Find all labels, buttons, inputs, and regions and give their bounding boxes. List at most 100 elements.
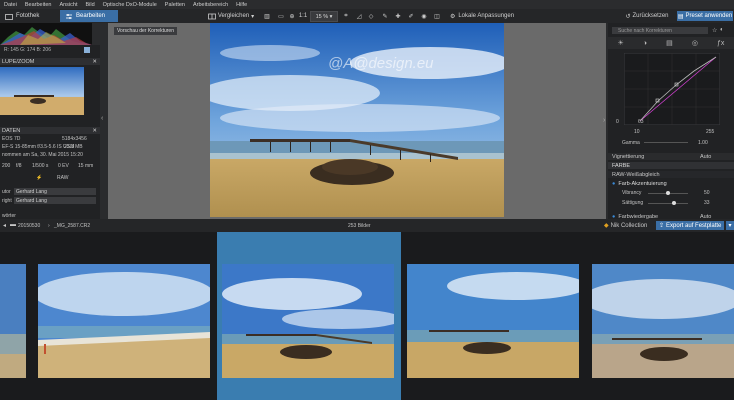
- file-name[interactable]: _MG_2587.CR2: [54, 223, 90, 229]
- close-icon[interactable]: ✕: [92, 59, 97, 65]
- export-button[interactable]: ⇪ Export auf Festplatte: [656, 221, 724, 230]
- crop-icon[interactable]: ⌗: [341, 11, 351, 21]
- compare-split-icon[interactable]: ◫: [432, 11, 442, 21]
- vibrancy-handle[interactable]: [666, 191, 670, 195]
- straighten-icon[interactable]: ◿: [354, 11, 364, 21]
- export-dropdown[interactable]: ▾: [726, 221, 734, 230]
- ratio-button[interactable]: 1:1: [297, 11, 309, 21]
- chevron-left-icon: ‹: [101, 115, 104, 122]
- color-accent-label: Farb-Akzentuierung: [618, 180, 667, 187]
- nik-icon: ◆: [604, 223, 609, 229]
- tab-fotothek[interactable]: Fotothek: [0, 10, 62, 22]
- capture-date: nommen am Sa, 30. Mai 2015 15:20: [2, 152, 83, 158]
- zoom-in-icon[interactable]: ⊕: [287, 11, 297, 21]
- preview-label: Vorschau der Korrekturen: [114, 27, 177, 35]
- color-accent-row[interactable]: ● Farb-Akzentuierung: [608, 180, 734, 187]
- brush-icon[interactable]: ✐: [406, 11, 416, 21]
- reset-button[interactable]: ↺ Zurücksetzen: [622, 11, 672, 21]
- curve-input-min[interactable]: 0: [616, 119, 619, 125]
- menu-ansicht[interactable]: Ansicht: [55, 2, 81, 8]
- loupe-header[interactable]: LUPE/ZOOM ✕: [0, 58, 100, 65]
- geometry-icon[interactable]: ◎: [692, 39, 698, 47]
- main-photo[interactable]: @A@design.eu: [210, 23, 504, 217]
- thumbnail-1[interactable]: [0, 264, 26, 378]
- tone-curve[interactable]: [624, 53, 720, 125]
- histogram-side: [92, 23, 100, 45]
- info-header[interactable]: DATEN ✕: [0, 127, 100, 134]
- compare-label: Vergleichen: [217, 13, 250, 19]
- exif-row: 200 f/8 1/500 s 0 EV 15 mm ⚡ RAW: [0, 163, 100, 183]
- screen-icon[interactable]: ▭: [276, 11, 286, 21]
- gamma-value[interactable]: 1.00: [698, 140, 708, 146]
- local-adjustments-button[interactable]: ⚙ Lokale Anpassungen: [448, 11, 516, 21]
- image-count: 253 Bilder: [348, 223, 371, 229]
- vibrancy-label: Vibrancy: [622, 190, 642, 196]
- curve-input-low[interactable]: 63: [638, 119, 644, 125]
- reset-label: Zurücksetzen: [632, 13, 669, 19]
- raw-badge: RAW: [57, 175, 69, 181]
- tab-bearbeiten[interactable]: Bearbeiten: [60, 10, 118, 22]
- tab-bearbeiten-label: Bearbeiten: [76, 13, 106, 19]
- saturation-value[interactable]: 33: [704, 200, 710, 206]
- folder-icon: ▬: [10, 222, 16, 228]
- thumbnail-3-selected[interactable]: [222, 264, 394, 378]
- gamma-label: Gamma: [622, 140, 640, 146]
- star-icon[interactable]: ☆: [712, 27, 717, 34]
- gear-icon: ⚙: [449, 13, 456, 20]
- curve-output-max[interactable]: 255: [706, 129, 714, 135]
- apply-preset-button[interactable]: ▤ Preset anwenden: [677, 11, 733, 21]
- search-corrections-input[interactable]: Suche nach Korrekturen: [612, 27, 708, 34]
- thumbnail-4[interactable]: [407, 264, 579, 378]
- compare-button[interactable]: Vergleichen ▾: [203, 11, 259, 21]
- eyedropper-icon[interactable]: ✎: [380, 11, 390, 21]
- thumbnail-2[interactable]: [38, 264, 210, 378]
- author-field[interactable]: Gerhard Lang: [14, 188, 96, 195]
- chevron-right-icon[interactable]: ›: [603, 117, 605, 124]
- vibrancy-value[interactable]: 50: [704, 190, 710, 196]
- curve-output-min[interactable]: 10: [634, 129, 640, 135]
- menu-bild[interactable]: Bild: [82, 2, 99, 8]
- menu-paletten[interactable]: Paletten: [161, 2, 189, 8]
- gamma-slider[interactable]: [644, 142, 688, 143]
- menu-bearbeiten[interactable]: Bearbeiten: [21, 2, 56, 8]
- export-label: Export auf Festplatte: [666, 222, 722, 229]
- split-view-icon[interactable]: ▥: [262, 11, 272, 21]
- perspective-icon[interactable]: ◇: [366, 11, 376, 21]
- menu-arbeitsbereich[interactable]: Arbeitsbereich: [189, 2, 232, 8]
- apply-preset-label: Preset anwenden: [685, 13, 733, 19]
- repair-icon[interactable]: ✚: [393, 11, 403, 21]
- eye-icon[interactable]: ◉: [419, 11, 429, 21]
- copyright-label: right: [2, 198, 12, 204]
- folder-path[interactable]: 20150530: [18, 223, 40, 229]
- left-panel: R: 145 G: 174 B: 206 LUPE/ZOOM ✕ DATEN ✕…: [0, 23, 100, 219]
- toggle-icon[interactable]: ◐: [720, 27, 724, 33]
- fx-icon[interactable]: ƒx: [717, 40, 724, 47]
- saturation-handle[interactable]: [672, 201, 676, 205]
- thumbnail-5[interactable]: [592, 264, 734, 378]
- farbe-header[interactable]: FARBE: [608, 162, 734, 169]
- detail-icon[interactable]: ▤: [666, 39, 673, 47]
- copyright-field[interactable]: Gerhard Lang: [14, 197, 96, 204]
- saturation-label: Sättigung: [622, 200, 644, 206]
- saturation-slider[interactable]: [648, 203, 688, 204]
- loupe-thumbnail: [0, 67, 84, 115]
- toggle-on-icon[interactable]: ●: [612, 181, 615, 187]
- menu-datei[interactable]: Datei: [0, 2, 21, 8]
- toolbar: Fotothek Bearbeiten Vergleichen ▾ ▥ ▭ ⊕ …: [0, 9, 734, 23]
- vignette-row[interactable]: Vignettierung Auto: [608, 153, 734, 160]
- chevron-down-icon: ▾: [251, 13, 255, 20]
- menu-optische-module[interactable]: Optische DxO-Module: [99, 2, 161, 8]
- color-icon[interactable]: ◑: [643, 40, 647, 47]
- exif-aperture: f/8: [16, 163, 22, 169]
- zoom-select[interactable]: 15 % ▾: [310, 11, 338, 22]
- menu-hilfe[interactable]: Hilfe: [232, 2, 251, 8]
- left-panel-collapse[interactable]: ‹: [100, 23, 108, 219]
- info-header-label: DATEN: [2, 127, 21, 134]
- close-icon[interactable]: ✕: [92, 128, 97, 134]
- nik-collection-button[interactable]: ◆ Nik Collection: [604, 221, 647, 230]
- light-icon[interactable]: ☀: [618, 39, 624, 47]
- exif-ev: 0 EV: [58, 163, 69, 169]
- compare-icon: [207, 13, 216, 19]
- white-balance-row[interactable]: RAW-Weißabgleich: [608, 171, 734, 178]
- back-arrow-icon[interactable]: ◂: [3, 222, 6, 229]
